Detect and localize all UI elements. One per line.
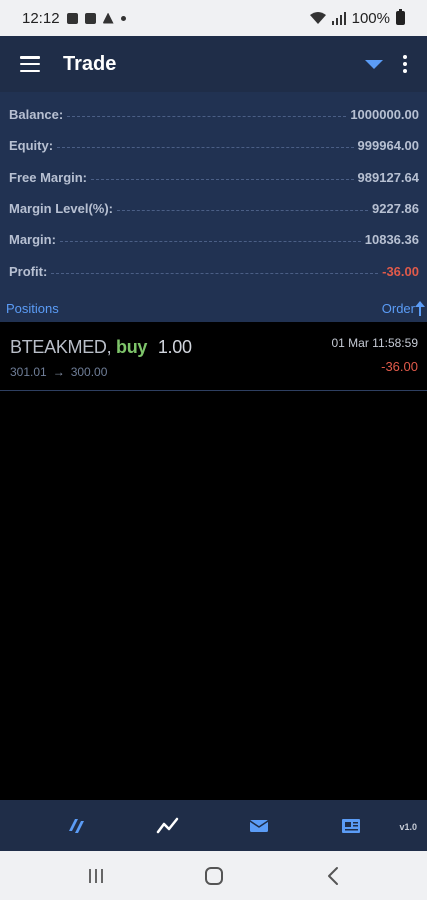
recent-apps-icon[interactable] bbox=[84, 865, 108, 887]
summary-row-equity: Equity: 999964.00 bbox=[0, 130, 427, 161]
battery-icon bbox=[396, 9, 405, 25]
system-nav-bar bbox=[0, 851, 427, 900]
leader-line bbox=[67, 116, 347, 117]
alert-notification-icon bbox=[102, 12, 114, 24]
status-right: 100% bbox=[309, 9, 405, 27]
position-time: 01 Mar 11:58:59 bbox=[331, 336, 418, 350]
sort-dropdown-icon[interactable] bbox=[365, 59, 383, 69]
order-sort-button[interactable]: Order bbox=[381, 300, 425, 316]
leader-line bbox=[51, 273, 379, 274]
arrow-up-icon bbox=[415, 300, 425, 316]
order-label: Order bbox=[381, 301, 415, 316]
more-notifications-icon bbox=[120, 15, 126, 21]
battery-percent: 100% bbox=[351, 9, 390, 27]
version-label: v1.0 bbox=[399, 822, 417, 832]
position-symbol: BTEAKMED, bbox=[10, 337, 112, 357]
summary-value: 989127.64 bbox=[357, 170, 419, 185]
position-side: buy bbox=[116, 337, 148, 357]
leader-line bbox=[117, 210, 368, 211]
gallery-notification-icon bbox=[66, 12, 78, 24]
status-left: 12:12 bbox=[22, 10, 126, 27]
open-price: 301.01 bbox=[10, 365, 47, 379]
account-summary: Balance: 1000000.00 Equity: 999964.00 Fr… bbox=[0, 92, 427, 322]
back-icon[interactable] bbox=[322, 865, 346, 887]
summary-value: 999964.00 bbox=[357, 138, 419, 153]
page-title: Trade bbox=[63, 52, 117, 75]
current-price: 300.00 bbox=[70, 365, 108, 379]
status-time: 12:12 bbox=[22, 9, 60, 27]
signal-icon bbox=[331, 11, 346, 25]
position-volume: 1.00 bbox=[157, 337, 192, 357]
summary-value: 1000000.00 bbox=[350, 107, 419, 122]
position-profit: -36.00 bbox=[381, 359, 418, 374]
summary-row-profit: Profit: -36.00 bbox=[0, 256, 427, 287]
summary-row-margin: Margin: 10836.36 bbox=[0, 224, 427, 255]
menu-icon[interactable] bbox=[20, 56, 40, 72]
leader-line bbox=[59, 241, 361, 242]
summary-value: -36.00 bbox=[382, 264, 419, 279]
summary-row-free-margin: Free Margin: 989127.64 bbox=[0, 162, 427, 193]
position-row[interactable]: BTEAKMED, buy 1.00 301.01 → 300.00 01 Ma… bbox=[0, 322, 427, 391]
home-icon[interactable] bbox=[202, 865, 226, 887]
summary-label: Equity: bbox=[9, 138, 54, 153]
summary-value: 9227.86 bbox=[372, 201, 419, 216]
app-bar: Trade bbox=[0, 36, 427, 92]
summary-label: Margin Level(%): bbox=[9, 201, 114, 216]
positions-tab[interactable]: Positions bbox=[6, 301, 59, 316]
sync-notification-icon bbox=[84, 12, 96, 24]
summary-label: Margin: bbox=[9, 232, 56, 247]
news-icon[interactable] bbox=[339, 814, 363, 838]
more-options-icon[interactable] bbox=[403, 55, 407, 73]
wifi-icon bbox=[309, 11, 326, 24]
positions-header: Positions Order bbox=[0, 296, 427, 321]
summary-value: 10836.36 bbox=[364, 232, 419, 247]
arrow-right-icon: → bbox=[52, 365, 65, 379]
position-title: BTEAKMED, buy 1.00 bbox=[10, 337, 192, 358]
leader-line bbox=[91, 179, 354, 180]
mail-icon[interactable] bbox=[247, 814, 271, 838]
quotes-icon[interactable] bbox=[64, 814, 88, 838]
leader-line bbox=[57, 147, 354, 148]
summary-label: Free Margin: bbox=[9, 170, 88, 185]
summary-row-margin-level: Margin Level(%): 9227.86 bbox=[0, 193, 427, 224]
summary-label: Profit: bbox=[9, 264, 48, 279]
chart-line-icon[interactable] bbox=[156, 814, 180, 838]
bottom-nav: v1.0 bbox=[0, 800, 427, 851]
position-prices: 301.01 → 300.00 bbox=[10, 365, 107, 379]
summary-row-balance: Balance: 1000000.00 bbox=[0, 99, 427, 130]
summary-label: Balance: bbox=[9, 107, 64, 122]
status-bar: 12:12 100% bbox=[0, 0, 427, 36]
